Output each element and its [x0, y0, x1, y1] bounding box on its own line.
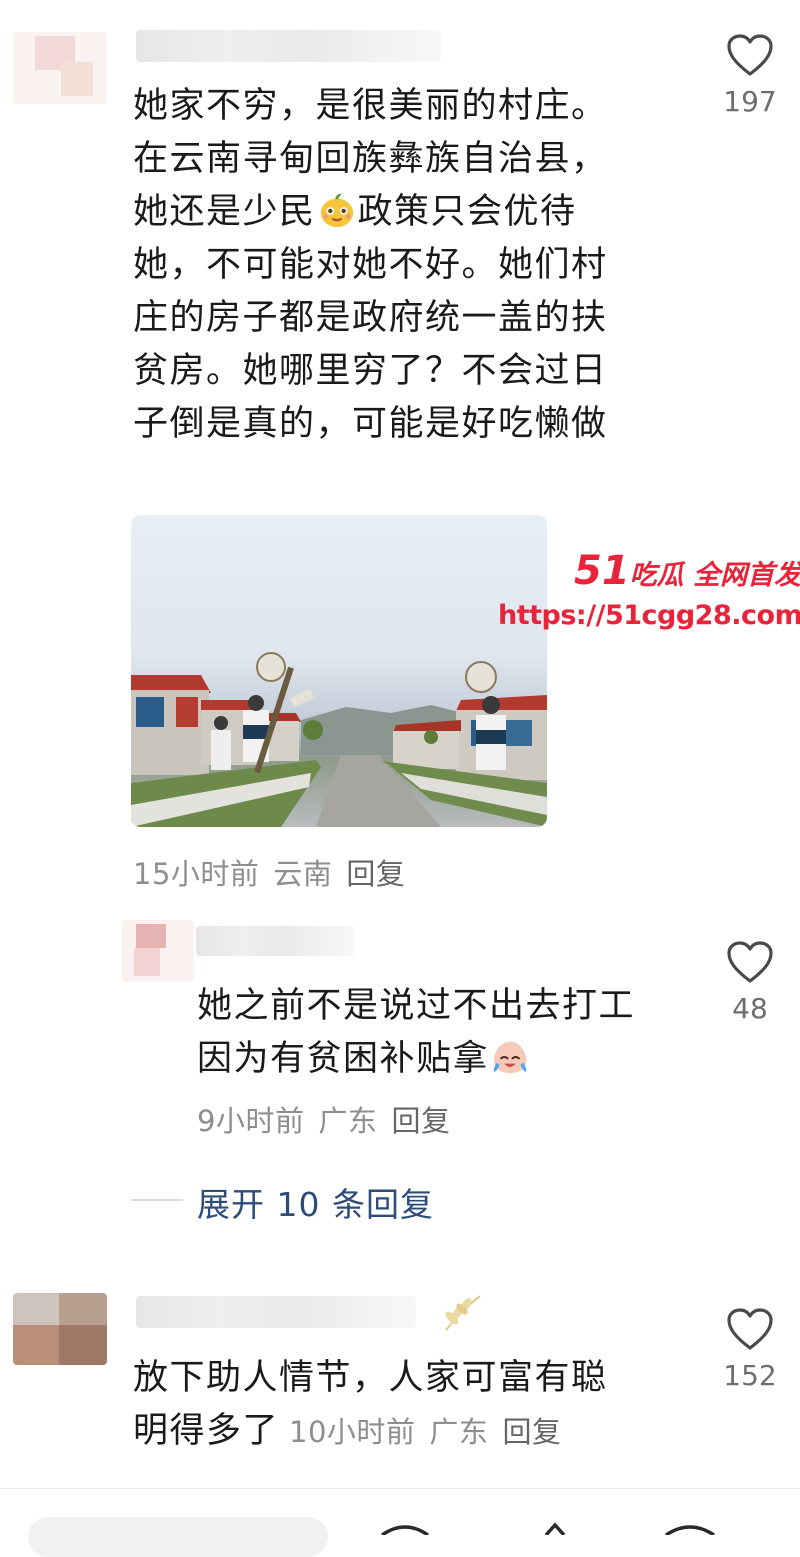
comment-text: 她家不穷，是很美丽的村庄。 在云南寻甸回族彝族自治县， 她还是少民 政策只会优待… [133, 80, 693, 451]
comment-icon[interactable] [378, 1523, 432, 1535]
bottom-divider [0, 1488, 800, 1489]
reply-button[interactable]: 回复 [502, 1415, 561, 1449]
comment-line: 庄的房子都是政府统一盖的扶 [133, 298, 608, 338]
comment-meta: 9小时前 广东 回复 [197, 1098, 464, 1140]
wheat-badge-icon [445, 1295, 481, 1331]
comment-photo[interactable] [131, 515, 547, 827]
watermark-url: https://51cgg28.com [498, 600, 800, 631]
like-count: 197 [723, 85, 777, 118]
reply-button[interactable]: 回复 [346, 857, 405, 891]
crying-laugh-emoji-icon [493, 1041, 527, 1074]
like-action-icon[interactable] [662, 1523, 718, 1535]
comment-line: 明得多了 [133, 1411, 280, 1451]
comment-time: 15小时前 [133, 857, 260, 891]
avatar[interactable] [122, 920, 194, 982]
like-button[interactable]: 197 [710, 33, 790, 118]
heart-icon [727, 1308, 773, 1350]
comment-meta: 10小时前 广东 回复 [289, 1415, 561, 1449]
avatar[interactable] [13, 32, 107, 104]
village-photo-illustration [131, 652, 547, 827]
share-icon[interactable] [540, 1521, 570, 1535]
comment-line: 她，不可能对她不好。她们村 [133, 245, 608, 285]
like-button[interactable]: 48 [710, 940, 790, 1025]
watermark-tagline: 吃瓜 全网首发 [629, 560, 800, 591]
like-count: 152 [723, 1359, 777, 1392]
comment-meta: 15小时前 云南 回复 [133, 851, 419, 893]
reply-button[interactable]: 回复 [391, 1104, 450, 1138]
heart-icon [727, 34, 773, 76]
comment-time: 9小时前 [197, 1104, 305, 1138]
like-count: 48 [732, 992, 768, 1025]
expand-divider [131, 1199, 183, 1201]
comment-line: 在云南寻甸回族彝族自治县， [133, 139, 608, 179]
comment-line: 贫房。她哪里穷了？不会过日 [133, 351, 608, 391]
comment-location: 云南 [273, 857, 333, 891]
smiling-face-emoji-icon [320, 193, 353, 228]
comment-line: 她家不穷，是很美丽的村庄。 [133, 86, 608, 126]
expand-replies-label[interactable]: 展开 10 条回复 [197, 1178, 434, 1226]
username[interactable] [136, 30, 441, 62]
comment-line: 她还是少民 [133, 192, 316, 232]
comment-line: 放下助人情节，人家可富有聪 [133, 1358, 608, 1398]
bottom-action-bar [0, 1495, 800, 1557]
comment-location: 广东 [429, 1415, 489, 1449]
comment-line-with-emoji: 因为有贫困补贴拿 [197, 1033, 697, 1086]
comment-line-with-emoji: 她还是少民 政策只会优待 [133, 186, 693, 239]
username[interactable] [136, 1296, 416, 1328]
heart-icon [727, 941, 773, 983]
comment-location: 广东 [318, 1104, 378, 1138]
comment-line: 因为有贫困补贴拿 [197, 1039, 490, 1079]
watermark-number: 51 [574, 548, 630, 594]
avatar[interactable] [13, 1293, 107, 1365]
comment-time: 10小时前 [289, 1415, 416, 1449]
comment-input-box[interactable] [28, 1517, 328, 1557]
comment-line: 她之前不是说过不出去打工 [197, 986, 636, 1026]
username[interactable] [196, 926, 354, 956]
comment-text: 放下助人情节，人家可富有聪 明得多了 10小时前 广东 回复 [133, 1352, 723, 1459]
comment-line: 政策只会优待 [357, 192, 577, 232]
comment-line: 子倒是真的，可能是好吃懒做 [133, 404, 608, 444]
comment-text: 她之前不是说过不出去打工 因为有贫困补贴拿 [197, 980, 697, 1086]
watermark: 51吃瓜 全网首发 https://51cgg28.com [498, 548, 800, 631]
like-button[interactable]: 152 [710, 1307, 790, 1392]
comment-line-with-meta: 明得多了 10小时前 广东 回复 [133, 1405, 723, 1459]
